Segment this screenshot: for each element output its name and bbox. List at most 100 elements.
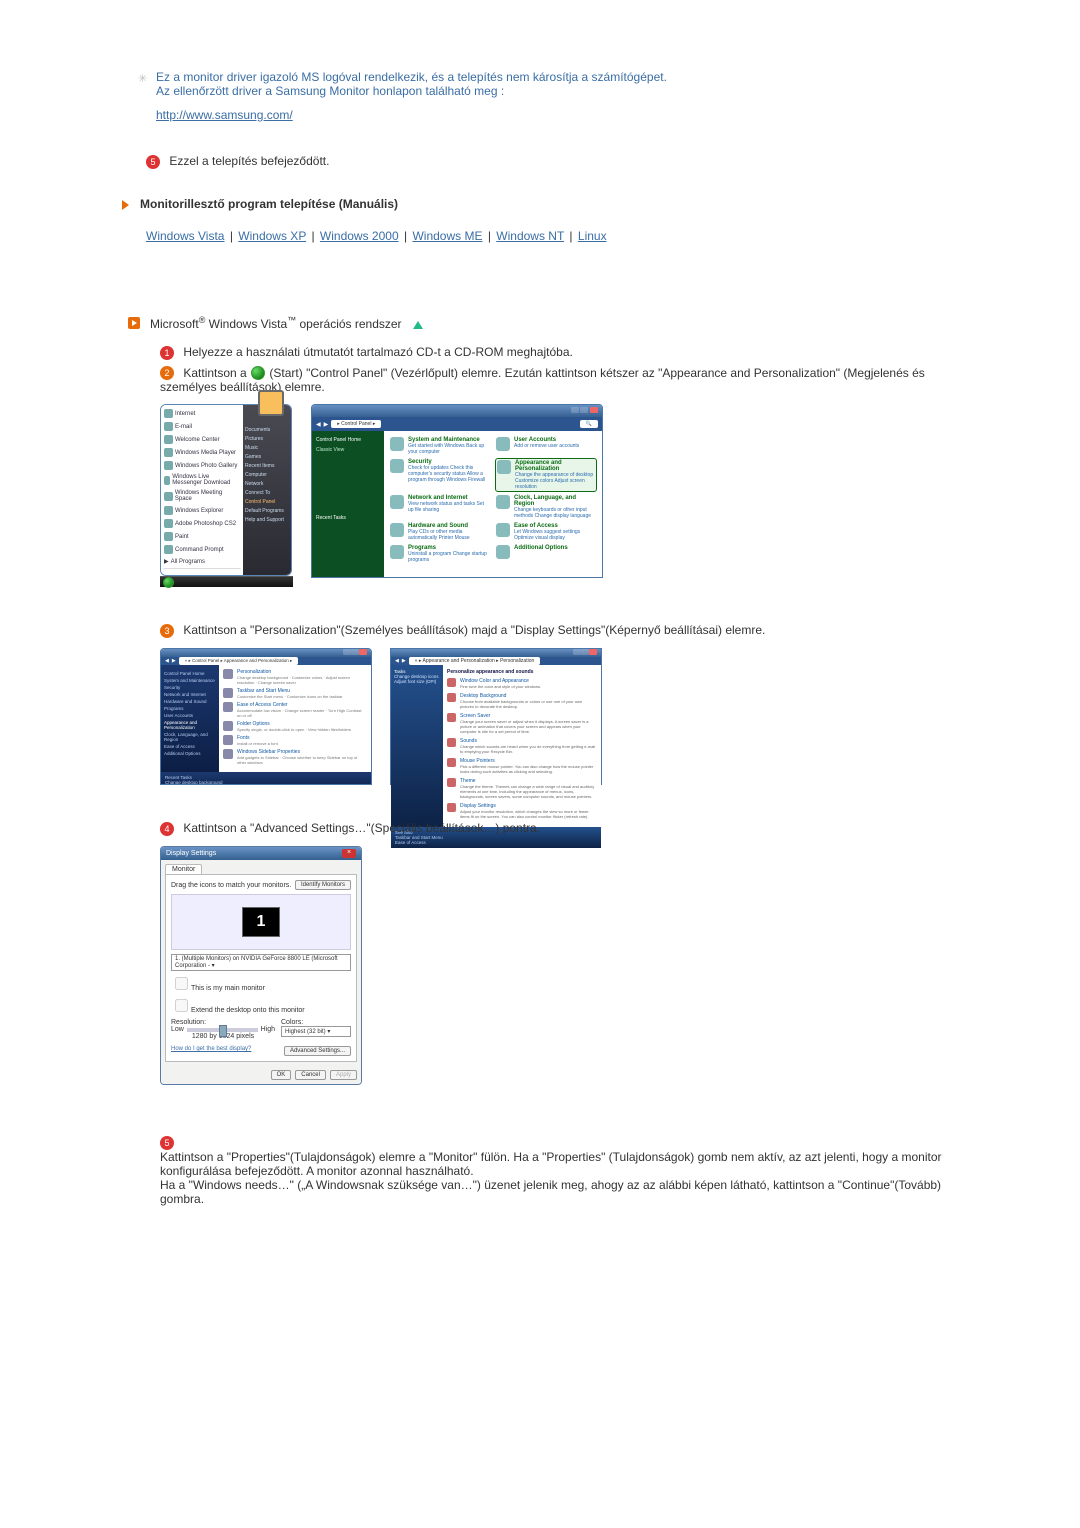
sm-r-default: Default Programs (245, 508, 289, 514)
cp-classic-view: Classic View (316, 447, 380, 453)
step-5-complete: 5 Ezzel a telepítés befejeződött. (146, 154, 960, 169)
display-icon (447, 803, 456, 812)
vista-step1-text: Helyezze a használati útmutatót tartalma… (183, 345, 573, 359)
display-settings-dialog: Display Settings × Monitor Drag the icon… (160, 846, 362, 1085)
sm-r-computer: Computer (245, 472, 289, 478)
sm-welcome: Welcome Center (163, 434, 241, 445)
vista-step3-text: Kattintson a "Personalization"(Személyes… (183, 623, 765, 637)
sm-messenger: Windows Live Messenger Download (163, 473, 241, 487)
monitor-select[interactable]: 1. (Multiple Monitors) on NVIDIA GeForce… (171, 954, 351, 971)
nav-back-icon: ◀ (316, 421, 321, 428)
badge-3-icon: 3 (160, 624, 174, 638)
sm-r-controlpanel: Control Panel (245, 499, 289, 505)
samsung-link[interactable]: http://www.samsung.com/ (156, 108, 293, 122)
section-arrow-icon (120, 199, 132, 211)
colors-label: Colors: (281, 1019, 351, 1026)
badge-2-icon: 2 (160, 366, 174, 380)
sm-r-network: Network (245, 481, 289, 487)
badge-4-icon: 4 (160, 822, 174, 836)
start-search (163, 568, 241, 572)
sm-r-connect: Connect To (245, 490, 289, 496)
section-manual-install-title: Monitorillesztő program telepítése (Manu… (120, 197, 960, 211)
sidebar-icon (223, 749, 233, 759)
badge-5-icon: 5 (146, 155, 160, 169)
badge-1-icon: 1 (160, 346, 174, 360)
link-nt[interactable]: Windows NT (496, 229, 564, 243)
search-box: 🔍 (580, 420, 598, 428)
note-asterisk-icon: ✳ (138, 72, 147, 85)
theme-icon (447, 778, 456, 787)
hardware-icon (390, 523, 404, 537)
cp-recent: Recent Tasks (316, 515, 380, 521)
programs-icon (390, 545, 404, 559)
vista-step5-text: Kattintson a "Properties"(Tulajdonságok)… (160, 1150, 942, 1206)
breadcrumb: « ▸ Appearance and Personalization ▸ Per… (409, 657, 541, 665)
start-menu-screenshot: Internet E-mail Welcome Center Windows M… (160, 404, 293, 587)
link-xp[interactable]: Windows XP (238, 229, 306, 243)
sm-meeting: Windows Meeting Space (163, 489, 241, 503)
note-line1: Ez a monitor driver igazoló MS logóval r… (156, 70, 667, 84)
cp-categories: System and MaintenanceGet started with W… (384, 431, 602, 577)
resolution-slider[interactable] (187, 1028, 258, 1032)
mouse-icon (447, 758, 456, 767)
section-title-text: Monitorillesztő program telepítése (Manu… (140, 197, 398, 211)
appearance-icon (497, 460, 511, 474)
ease-icon (223, 702, 233, 712)
chk1-label: This is my main monitor (191, 985, 265, 992)
advanced-settings-button[interactable]: Advanced Settings... (284, 1046, 351, 1056)
sm-r-games: Games (245, 454, 289, 460)
sm-internet: Internet (163, 408, 241, 419)
nav-fwd-icon: ▶ (324, 421, 329, 428)
close-icon[interactable]: × (342, 849, 356, 858)
drag-label: Drag the icons to match your monitors. (171, 882, 291, 889)
link-me[interactable]: Windows ME (412, 229, 482, 243)
monitor-preview[interactable]: 1 (242, 907, 280, 937)
main-monitor-checkbox (175, 977, 188, 990)
sm-r-music: Music (245, 445, 289, 451)
vista-subheading: Microsoft® Windows Vista™ operációs rend… (128, 315, 960, 331)
cp-side-head: Control Panel Home (316, 437, 380, 443)
ok-button[interactable]: OK (271, 1070, 292, 1080)
vista-step4-text: Kattintson a "Advanced Settings…"(Speciá… (183, 821, 540, 835)
breadcrumb: « ▸ Control Panel ▸ Appearance and Perso… (179, 657, 299, 665)
vista-step2a-text: Kattintson a (183, 366, 250, 380)
vista-heading-post: operációs rendszer (300, 317, 402, 331)
security-icon (390, 459, 404, 473)
up-triangle-icon[interactable] (413, 321, 423, 329)
user-icon (496, 437, 510, 451)
extend-desktop-checkbox (175, 999, 188, 1012)
control-panel-screenshot: ◀ ▶ ▸ Control Panel ▸ 🔍 Control Panel Ho… (311, 404, 603, 578)
vista-heading-pre: Microsoft (150, 317, 199, 331)
subhead-bullet-icon (128, 317, 140, 329)
sounds-icon (447, 738, 456, 747)
colors-select[interactable]: Highest (32 bit) ▾ (281, 1026, 351, 1037)
help-link[interactable]: How do I get the best display? (171, 1046, 251, 1056)
link-vista[interactable]: Windows Vista (146, 229, 224, 243)
sm-wmp: Windows Media Player (163, 447, 241, 458)
sm-explorer: Windows Explorer (163, 505, 241, 516)
high-label: High (261, 1026, 275, 1033)
low-label: Low (171, 1026, 184, 1033)
cancel-button[interactable]: Cancel (295, 1070, 326, 1080)
link-linux[interactable]: Linux (578, 229, 607, 243)
chk2-label: Extend the desktop onto this monitor (191, 1007, 305, 1014)
sm-email: E-mail (163, 421, 241, 432)
taskbar-icon (223, 688, 233, 698)
identify-monitors-button[interactable]: Identify Monitors (295, 880, 351, 890)
network-icon (390, 495, 404, 509)
link-2000[interactable]: Windows 2000 (320, 229, 399, 243)
taskbar (160, 576, 293, 587)
note-line2: Az ellenőrzött driver a Samsung Monitor … (156, 84, 504, 98)
sm-r-pics: Pictures (245, 436, 289, 442)
clock-icon (496, 495, 510, 509)
registered-icon: ® (199, 315, 206, 325)
sm-r-docs: Documents (245, 427, 289, 433)
additional-icon (496, 545, 510, 559)
tab-monitor[interactable]: Monitor (165, 864, 202, 874)
sm-paint: Paint (163, 531, 241, 542)
step5-text: Ezzel a telepítés befejeződött. (169, 154, 329, 168)
sm-allprograms: ▶All Programs (163, 557, 241, 566)
sm-r-help: Help and Support (245, 517, 289, 523)
note-block: ✳ Ez a monitor driver igazoló MS logóval… (156, 70, 960, 122)
breadcrumb: ▸ Control Panel ▸ (331, 420, 381, 428)
